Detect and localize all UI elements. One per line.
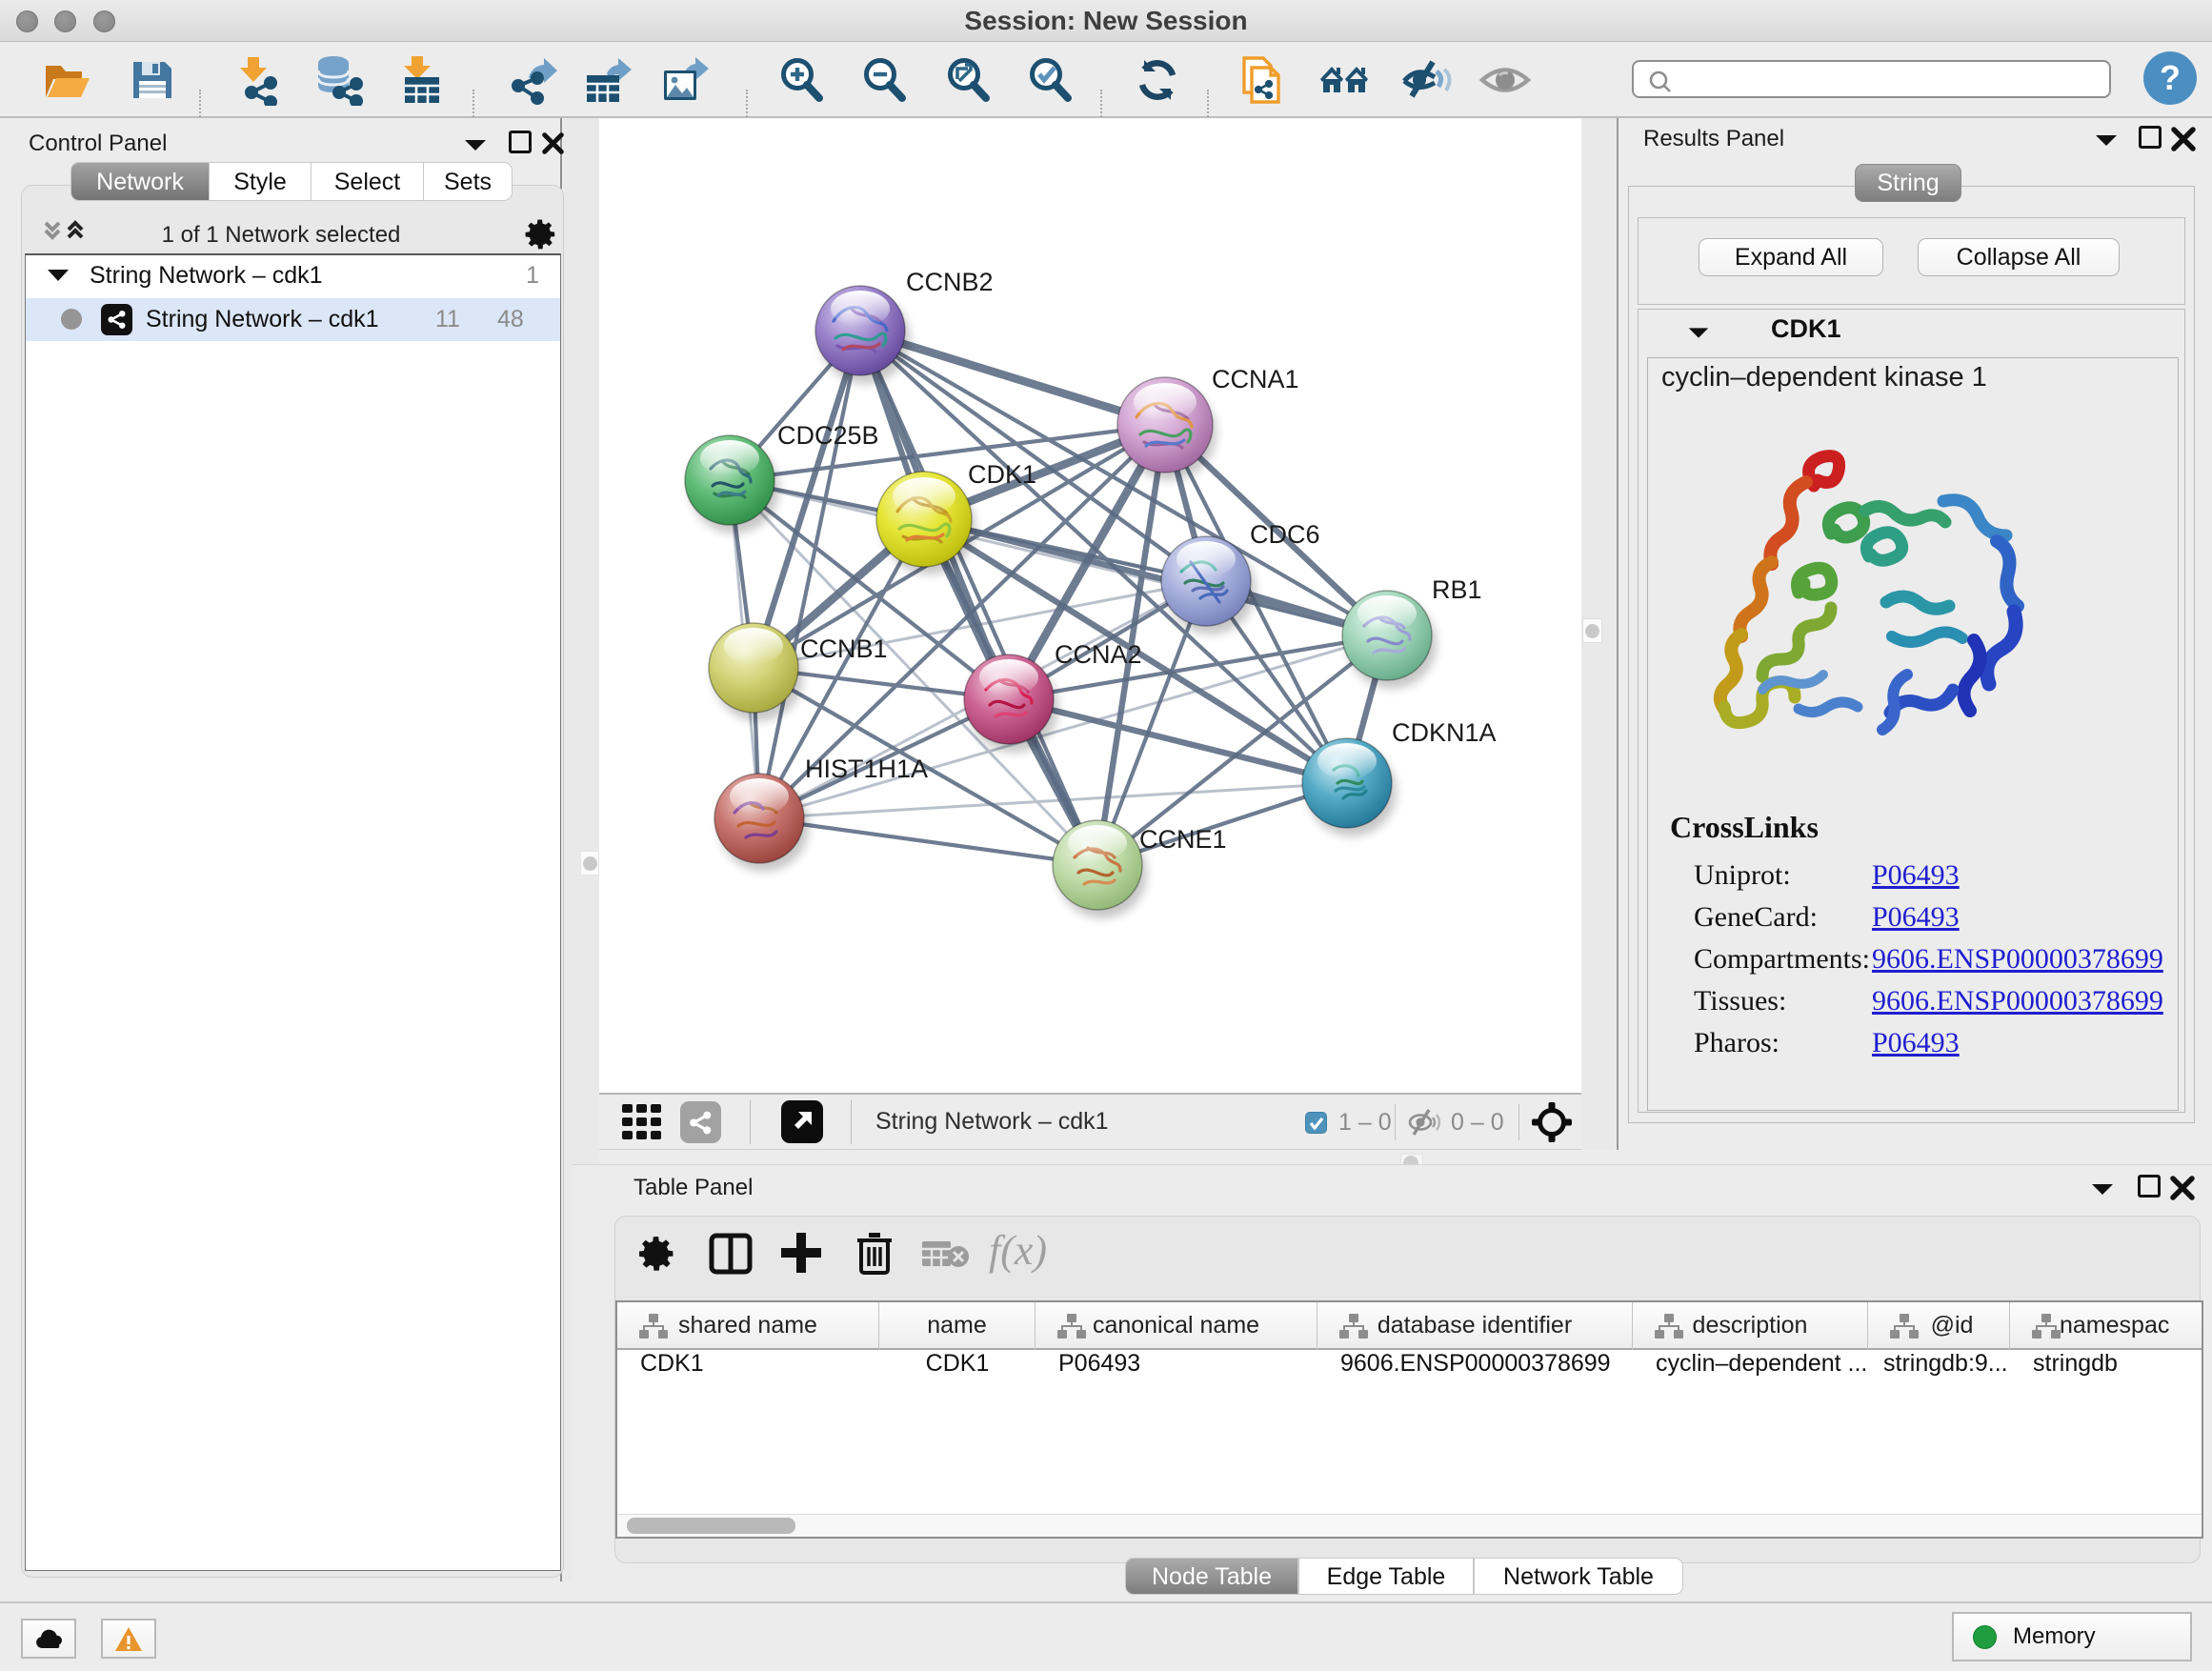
svg-text:CCNE1: CCNE1: [1139, 825, 1227, 854]
svg-text:CCNB2: CCNB2: [906, 268, 994, 296]
svg-text:RB1: RB1: [1432, 575, 1482, 604]
svg-text:CCNA2: CCNA2: [1055, 640, 1142, 669]
svg-text:CDC25B: CDC25B: [777, 421, 879, 450]
svg-text:CDKN1A: CDKN1A: [1392, 718, 1497, 747]
svg-text:CDC6: CDC6: [1250, 520, 1320, 549]
svg-text:HIST1H1A: HIST1H1A: [805, 755, 928, 783]
svg-text:CCNA1: CCNA1: [1212, 365, 1299, 393]
svg-text:CCNB1: CCNB1: [800, 634, 888, 663]
svg-text:CDK1: CDK1: [968, 460, 1036, 489]
svg-text:?: ?: [2160, 58, 2181, 97]
